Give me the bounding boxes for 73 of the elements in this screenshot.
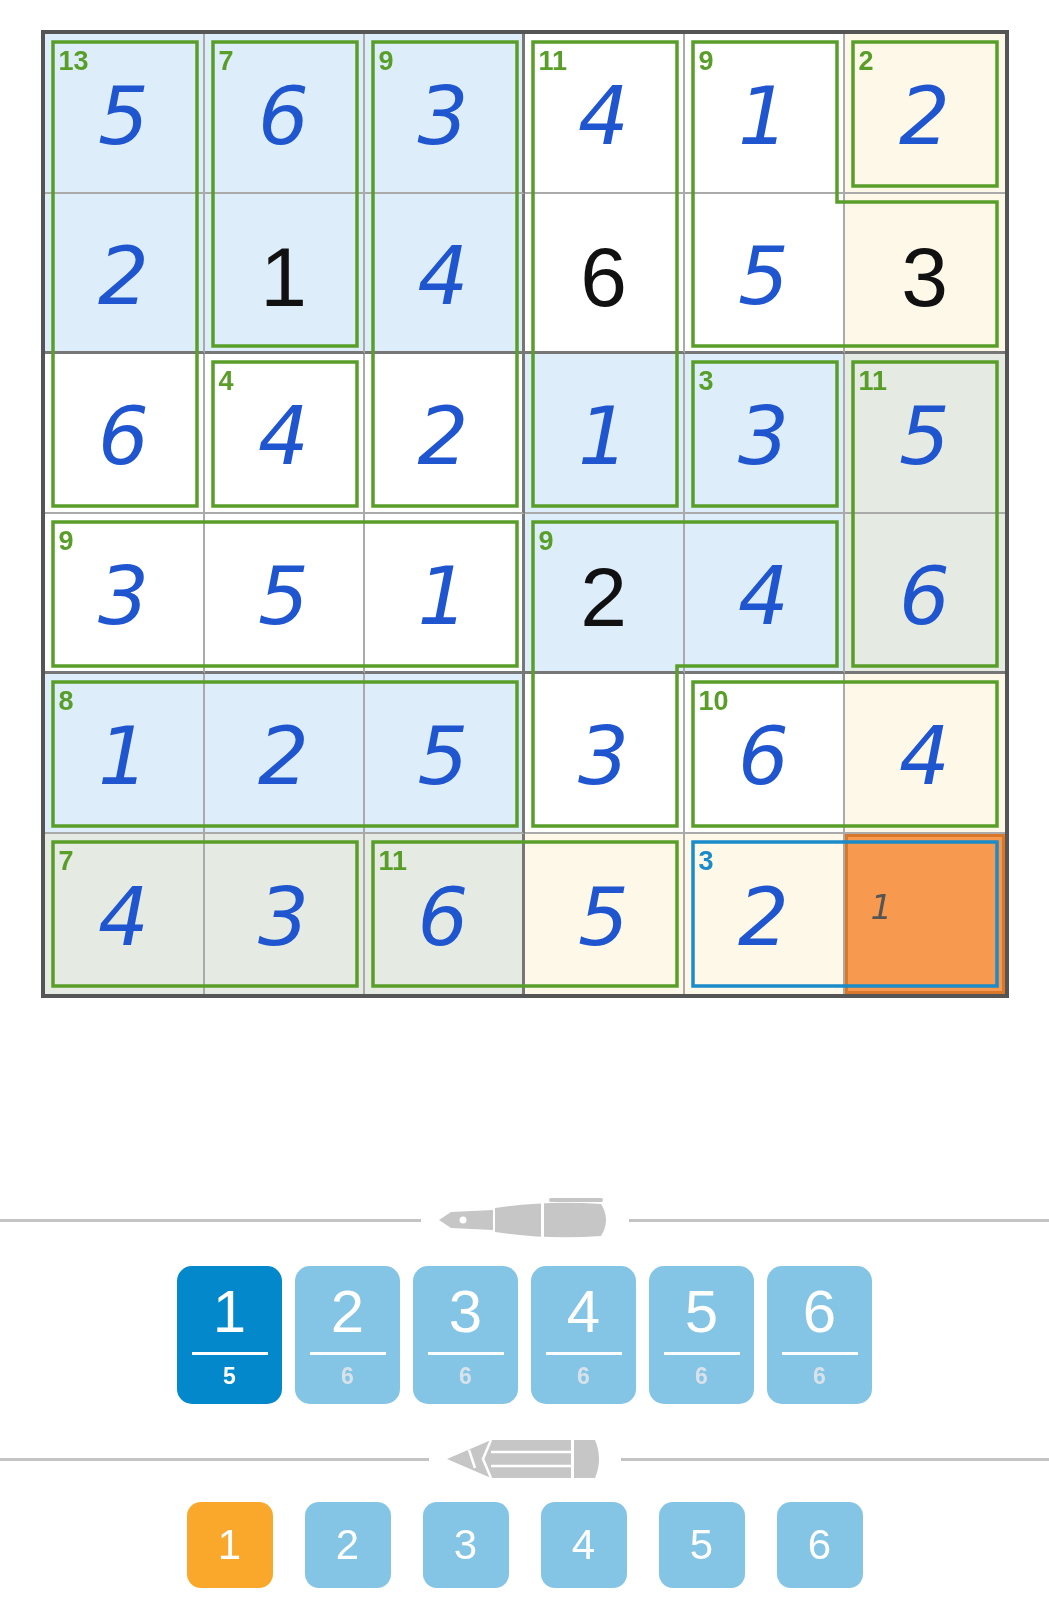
cell-digit: 3 [417,77,469,157]
sudoku-cell[interactable]: 6 [524,194,685,354]
cage-sum: 7 [58,848,74,875]
cell-digit: 4 [578,77,629,157]
cage-sum: 3 [698,848,714,875]
cell-digit: 5 [738,236,789,317]
cell-digit: 6 [738,717,789,797]
cell-digit: 1 [98,717,149,797]
pencil-mark: 1 [870,890,893,924]
cell-digit: 3 [901,234,948,319]
cell-digit: 5 [417,717,469,797]
cage-sum: 9 [58,528,74,555]
sudoku-cell[interactable]: 2 [364,354,525,514]
cell-digit: 2 [417,397,469,477]
cell-digit: 4 [258,397,309,477]
cell-digit: 5 [258,556,309,637]
sudoku-cell[interactable]: 2 [204,674,365,834]
sudoku-cell[interactable]: 6 [44,354,205,514]
sudoku-cell[interactable]: 1 [364,514,525,674]
cage-sum: 4 [218,368,234,395]
cell-digit: 1 [417,556,469,637]
sudoku-cell[interactable]: 4 [684,514,845,674]
cell-digit: 2 [738,878,789,958]
cell-digit: 1 [260,234,307,319]
cage-sum: 11 [378,848,408,875]
sudoku-cell[interactable]: 5 [684,194,845,354]
cell-digit: 2 [258,717,309,797]
cell-digit: 6 [580,234,627,319]
cell-digit: 4 [738,556,789,637]
cell-digit: 4 [899,717,950,797]
cage-sum: 11 [538,48,568,75]
sudoku-cell[interactable]: 5 [524,834,685,994]
sudoku-cell[interactable]: 1 [844,834,1005,994]
cage-sum: 2 [858,48,874,75]
cell-digit: 3 [258,878,309,958]
sudoku-cell[interactable]: 2 [44,194,205,354]
sudoku-cell[interactable]: 4 [844,674,1005,834]
cell-digit: 5 [98,77,149,157]
cell-digit: 6 [98,397,149,477]
cell-digit: 4 [417,236,469,317]
sudoku-cell[interactable]: 4 [364,194,525,354]
sudoku-cell[interactable]: 3 [844,194,1005,354]
cell-digit: 4 [98,878,149,958]
cell-digit: 6 [417,878,469,958]
cell-digit: 1 [578,397,629,477]
sudoku-cell[interactable]: 6 [844,514,1005,674]
cell-digit: 5 [899,397,950,477]
cell-digit: 2 [899,77,950,157]
cell-digit: 2 [98,236,149,317]
cell-digit: 1 [738,77,789,157]
cage-sum: 9 [698,48,714,75]
cage-sum: 9 [538,528,554,555]
sudoku-cell[interactable]: 3 [204,834,365,994]
digit-button[interactable]: 1 5 [177,1266,282,1404]
cell-digit: 3 [738,397,789,477]
sudoku-cell[interactable]: 3 [524,674,685,834]
cage-sum: 3 [698,368,714,395]
cage-sum: 10 [698,688,729,715]
cell-digit: 6 [899,556,950,637]
sudoku-cell[interactable]: 5 [364,674,525,834]
cell-digit: 5 [578,878,629,958]
sudoku-cell[interactable]: 5 [204,514,365,674]
cage-sum: 7 [218,48,234,75]
cell-digit: 3 [578,717,629,797]
cell-digit: 6 [258,77,309,157]
cell-digit: 2 [580,554,627,639]
cage-sum: 8 [58,688,74,715]
cage-sum: 11 [858,368,888,395]
cell-digit: 3 [98,556,149,637]
cage-sum: 13 [58,48,89,75]
sudoku-cell[interactable]: 1 [524,354,685,514]
cage-sum: 9 [378,48,394,75]
sudoku-cell[interactable]: 1 [204,194,365,354]
